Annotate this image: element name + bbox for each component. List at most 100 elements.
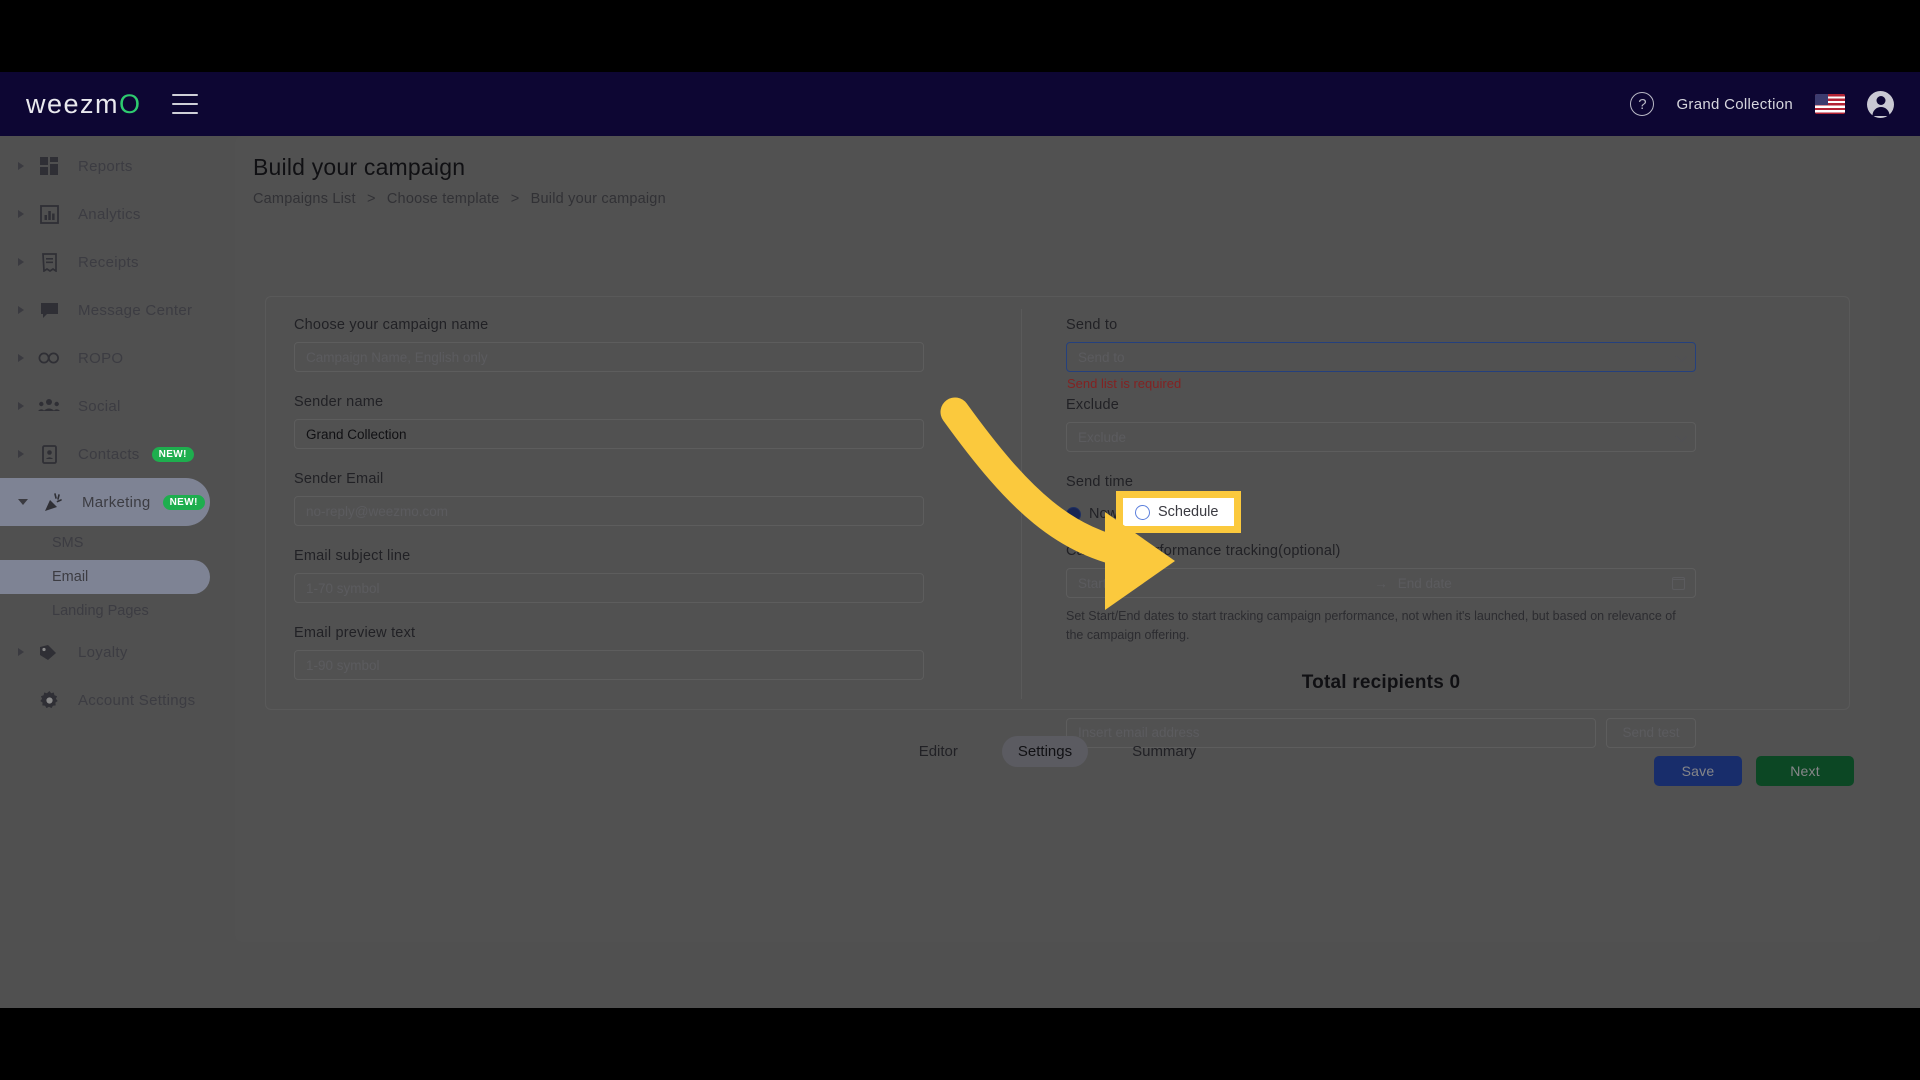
account-name-label: Grand Collection bbox=[1676, 95, 1793, 113]
breadcrumb-separator: > bbox=[366, 191, 376, 207]
badge-new: NEW! bbox=[162, 494, 205, 510]
right-form-column: Send to Send to Send list is required Ex… bbox=[1066, 317, 1696, 748]
sidebar-sub-label: SMS bbox=[52, 535, 84, 551]
radio-schedule[interactable] bbox=[1135, 504, 1150, 520]
footer-action-buttons: Save Next bbox=[1654, 756, 1854, 786]
breadcrumb-item-choose-template[interactable]: Choose template bbox=[387, 191, 500, 207]
sidebar-label: Account Settings bbox=[78, 691, 196, 709]
page-title: Build your campaign bbox=[253, 154, 466, 180]
sidebar-label: Message Center bbox=[78, 301, 193, 319]
sidebar-item-landing-pages[interactable]: Landing Pages bbox=[0, 594, 220, 628]
weezmo-logo[interactable]: weezm O bbox=[26, 89, 142, 120]
sender-email-label: Sender Email bbox=[294, 471, 384, 487]
settings-panel: Choose your campaign name Campaign Name,… bbox=[265, 296, 1850, 748]
sidebar-item-social[interactable]: Social bbox=[0, 382, 220, 430]
contact-card-icon bbox=[38, 443, 60, 465]
sidebar-item-reports[interactable]: Reports bbox=[0, 142, 220, 190]
infinity-icon bbox=[38, 347, 60, 369]
sidebar-item-receipts[interactable]: Receipts bbox=[0, 238, 220, 286]
sidebar-item-contacts[interactable]: Contacts NEW! bbox=[0, 430, 220, 478]
sidebar-label: Analytics bbox=[78, 205, 141, 223]
sidebar-item-loyalty[interactable]: Loyalty bbox=[0, 628, 220, 676]
people-icon bbox=[38, 395, 60, 417]
chevron-right-icon bbox=[18, 162, 24, 170]
brand-accent-glyph: O bbox=[119, 88, 142, 119]
main-content: Build your campaign Campaigns List > Cho… bbox=[235, 136, 1920, 1008]
help-icon[interactable]: ? bbox=[1630, 92, 1655, 116]
campaign-tracking-label: Campaign performance tracking(optional) bbox=[1066, 543, 1341, 559]
tracking-hint-text: Set Start/End dates to start tracking ca… bbox=[1066, 609, 1676, 643]
sidebar-navigation: Reports Analytics Receipts Message Cente… bbox=[0, 136, 220, 1008]
schedule-option-highlight: Schedule bbox=[1116, 491, 1242, 533]
radio-schedule-label[interactable]: Schedule bbox=[1158, 504, 1218, 520]
send-to-select[interactable]: Send to bbox=[1066, 342, 1696, 372]
tracking-date-range-input[interactable]: Start date → End date bbox=[1066, 568, 1696, 598]
account-circle-icon[interactable] bbox=[1867, 90, 1894, 118]
chevron-right-icon bbox=[18, 306, 24, 314]
chat-bubble-icon bbox=[38, 299, 60, 321]
tab-editor[interactable]: Editor bbox=[903, 736, 974, 767]
sender-email-input[interactable]: no-reply@weezmo.com bbox=[294, 496, 924, 526]
sidebar-item-marketing[interactable]: Marketing NEW! bbox=[0, 478, 210, 526]
sidebar-label: Marketing bbox=[82, 493, 151, 511]
column-divider bbox=[1021, 309, 1022, 699]
exclude-value: Exclude bbox=[1078, 429, 1127, 445]
sidebar-label: Reports bbox=[78, 157, 133, 175]
step-tabs: Editor Settings Summary bbox=[235, 736, 1880, 767]
chevron-right-icon bbox=[18, 402, 24, 410]
sidebar-item-analytics[interactable]: Analytics bbox=[0, 190, 220, 238]
email-preview-text-input[interactable]: 1-90 symbol bbox=[294, 650, 924, 680]
radio-now-label[interactable]: Now bbox=[1089, 506, 1118, 522]
start-date-input[interactable]: Start date bbox=[1078, 576, 1364, 591]
campaign-name-input[interactable]: Campaign Name, English only bbox=[294, 342, 924, 372]
sidebar-label: ROPO bbox=[78, 349, 124, 367]
sidebar-item-account-settings[interactable]: Account Settings bbox=[0, 676, 220, 724]
brand-text: weezm bbox=[26, 88, 120, 119]
dashboard-icon bbox=[38, 155, 60, 177]
email-subject-line-input[interactable]: 1-70 symbol bbox=[294, 573, 924, 603]
chevron-right-icon bbox=[18, 450, 24, 458]
sender-name-input[interactable]: Grand Collection bbox=[294, 419, 924, 449]
email-subject-line-label: Email subject line bbox=[294, 548, 411, 564]
save-button[interactable]: Save bbox=[1654, 756, 1742, 786]
sidebar-label: Social bbox=[78, 397, 121, 415]
sidebar-label: Loyalty bbox=[78, 643, 128, 661]
us-flag-icon[interactable] bbox=[1815, 94, 1845, 114]
exclude-select[interactable]: Exclude bbox=[1066, 422, 1696, 452]
receipt-icon bbox=[38, 251, 60, 273]
calendar-icon[interactable] bbox=[1671, 576, 1686, 590]
sidebar-item-message-center[interactable]: Message Center bbox=[0, 286, 220, 334]
sidebar-item-email[interactable]: Email bbox=[0, 560, 210, 594]
send-time-radio-group: Now Schedule bbox=[1066, 491, 1696, 533]
hamburger-menu-icon[interactable] bbox=[171, 94, 198, 114]
chevron-down-icon bbox=[1675, 430, 1688, 443]
chevron-right-icon bbox=[18, 648, 24, 656]
campaign-name-label: Choose your campaign name bbox=[294, 317, 489, 333]
sidebar-sub-label: Landing Pages bbox=[52, 603, 149, 619]
chevron-right-icon bbox=[18, 354, 24, 362]
range-arrow-icon: → bbox=[1374, 575, 1388, 591]
next-button[interactable]: Next bbox=[1756, 756, 1854, 786]
breadcrumb-item-campaigns-list[interactable]: Campaigns List bbox=[253, 191, 356, 207]
campaign-builder-card: Build your campaign Campaigns List > Cho… bbox=[235, 136, 1880, 942]
chevron-down-icon bbox=[1675, 350, 1688, 363]
bar-chart-icon bbox=[38, 203, 60, 225]
radio-now-selected[interactable] bbox=[1066, 506, 1081, 522]
tab-summary[interactable]: Summary bbox=[1116, 736, 1212, 767]
total-recipients-label: Total recipients 0 bbox=[1301, 671, 1461, 693]
sender-name-label: Sender name bbox=[294, 394, 384, 410]
exclude-label: Exclude bbox=[1066, 397, 1119, 413]
end-date-input[interactable]: End date bbox=[1398, 576, 1684, 591]
sidebar-label: Contacts bbox=[78, 445, 140, 463]
badge-new: NEW! bbox=[151, 446, 194, 462]
send-to-value: Send to bbox=[1078, 349, 1125, 365]
left-form-column: Choose your campaign name Campaign Name,… bbox=[294, 317, 924, 702]
tab-settings[interactable]: Settings bbox=[1001, 736, 1089, 767]
top-navigation-bar: weezm O ? Grand Collection bbox=[0, 72, 1920, 136]
gear-icon bbox=[38, 689, 60, 711]
chevron-right-icon bbox=[18, 210, 24, 218]
sidebar-item-ropo[interactable]: ROPO bbox=[0, 334, 220, 382]
sidebar-item-sms[interactable]: SMS bbox=[0, 526, 220, 560]
breadcrumb-item-build-your-campaign[interactable]: Build your campaign bbox=[531, 191, 666, 207]
breadcrumb-separator: > bbox=[510, 191, 520, 207]
